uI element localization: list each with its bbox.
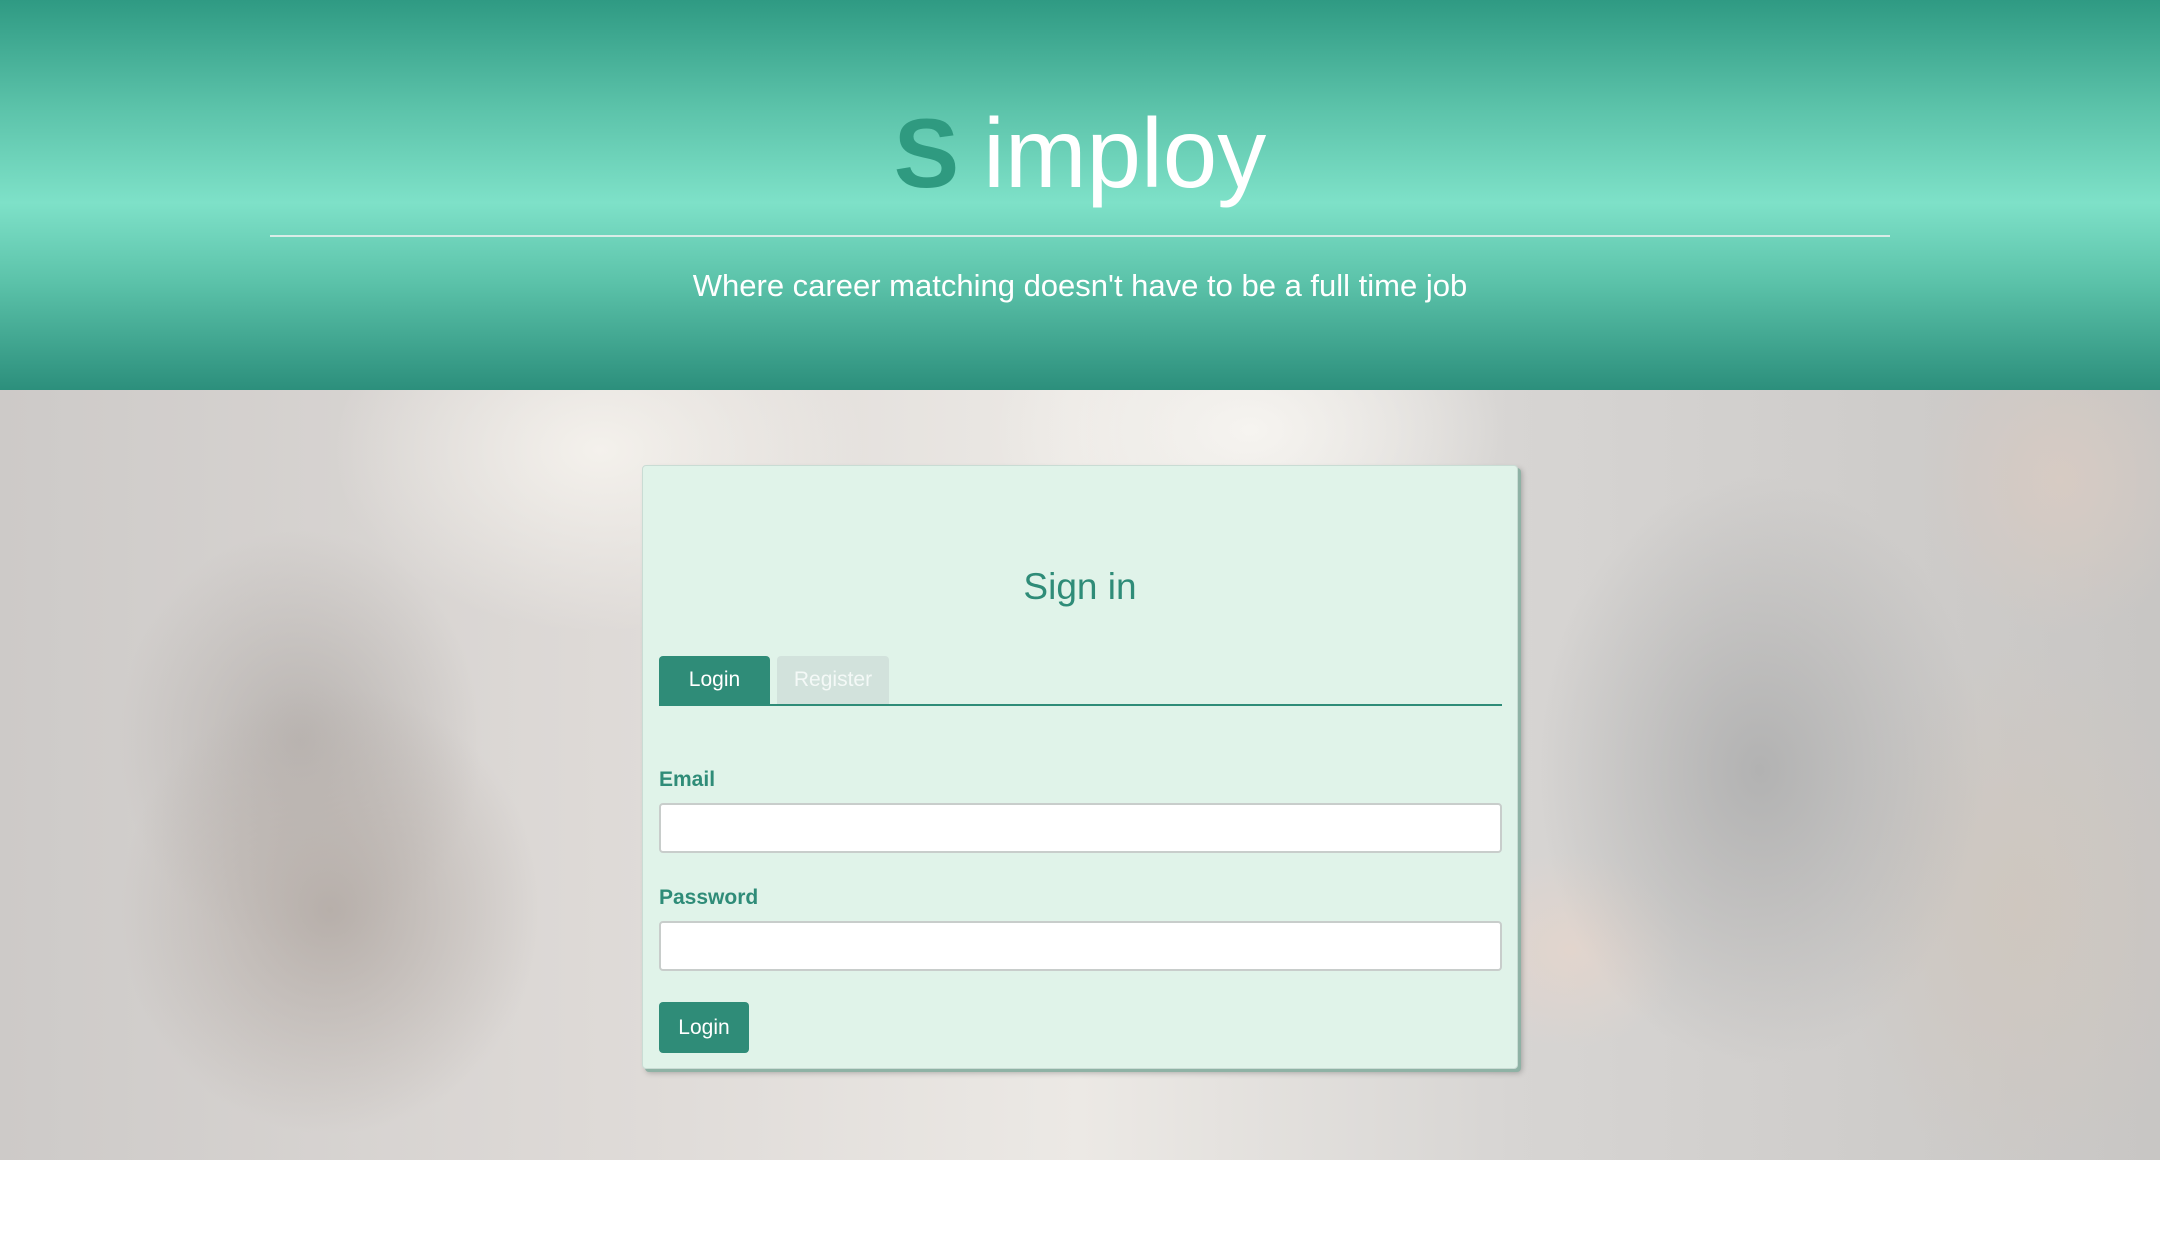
password-field[interactable] [659, 921, 1502, 971]
tagline: Where career matching doesn't have to be… [692, 268, 1468, 303]
header-divider [270, 235, 1890, 237]
email-field[interactable] [659, 803, 1502, 853]
signin-title: Sign in [1023, 566, 1137, 607]
logo-letter: S [893, 98, 960, 208]
password-label: Password [659, 886, 759, 909]
login-button[interactable]: Login [659, 1002, 749, 1053]
logo-text: imploy [983, 98, 1267, 208]
tab-login[interactable]: Login [659, 656, 770, 704]
email-label: Email [659, 768, 716, 791]
brand-logo: Simploy [0, 88, 2160, 218]
tab-register[interactable]: Register [777, 656, 889, 704]
auth-tabs: Login Register [659, 656, 1502, 706]
site-header: Simploy Where career matching doesn't ha… [0, 0, 2160, 390]
signin-card: Sign in Login Register Email Password Lo… [642, 465, 1518, 1069]
